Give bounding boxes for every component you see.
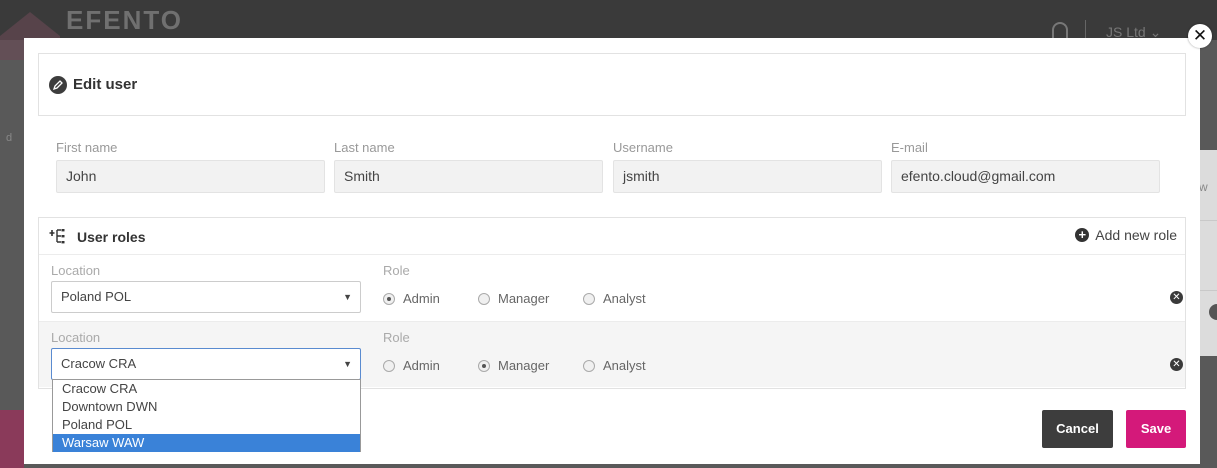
role-radio-label: Analyst bbox=[603, 358, 646, 373]
background-right-text: w bbox=[1199, 180, 1208, 194]
location-select[interactable]: Poland POL ▼ bbox=[51, 281, 361, 313]
role-radio-analyst[interactable]: Analyst bbox=[583, 291, 646, 306]
role-radio-manager[interactable]: Manager bbox=[478, 358, 549, 373]
plus-circle-icon: + bbox=[1075, 228, 1090, 242]
role-radio-label: Analyst bbox=[603, 291, 646, 306]
first-name-label: First name bbox=[56, 140, 118, 155]
radio-unchecked-icon bbox=[478, 292, 490, 305]
modal-title: Edit user bbox=[73, 76, 138, 93]
role-radio-admin[interactable]: Admin bbox=[383, 291, 440, 306]
dropdown-option[interactable]: Downtown DWN bbox=[53, 398, 360, 416]
first-name-field: First name John bbox=[56, 140, 325, 193]
email-field: E-mail efento.cloud@gmail.com bbox=[891, 140, 1160, 193]
modal-header: Edit user bbox=[38, 53, 1186, 116]
dropdown-option-highlighted[interactable]: Warsaw WAW bbox=[53, 434, 360, 452]
location-select-value: Cracow CRA bbox=[61, 356, 137, 371]
location-label: Location bbox=[51, 330, 101, 345]
last-name-label: Last name bbox=[334, 140, 395, 155]
role-radio-label: Manager bbox=[498, 358, 550, 373]
username-field: Username jsmith bbox=[613, 140, 882, 193]
user-roles-title: User roles bbox=[77, 229, 146, 245]
dropdown-arrow-icon: ▼ bbox=[343, 292, 352, 302]
role-radio-manager[interactable]: Manager bbox=[478, 291, 549, 306]
location-select[interactable]: Cracow CRA ▼ bbox=[51, 348, 361, 380]
radio-checked-icon bbox=[478, 359, 490, 372]
background-logo: EFENTO bbox=[66, 5, 183, 35]
save-button[interactable]: Save bbox=[1126, 410, 1186, 448]
radio-unchecked-icon bbox=[583, 359, 595, 372]
role-radio-admin[interactable]: Admin bbox=[383, 358, 440, 373]
close-modal-button[interactable]: ✕ bbox=[1188, 24, 1212, 48]
location-label: Location bbox=[51, 263, 101, 278]
background-divider bbox=[1085, 20, 1086, 40]
radio-checked-icon bbox=[383, 292, 395, 305]
last-name-field: Last name Smith bbox=[334, 140, 603, 193]
radio-unchecked-icon bbox=[383, 359, 395, 372]
role-row: Location Role Poland POL ▼ Admin Manager… bbox=[39, 254, 1185, 320]
add-new-role-label: Add new role bbox=[1095, 227, 1177, 243]
add-new-role-button[interactable]: + Add new role bbox=[1075, 227, 1177, 243]
email-label: E-mail bbox=[891, 140, 928, 155]
background-left-accent bbox=[0, 410, 24, 468]
hierarchy-icon bbox=[49, 229, 65, 244]
role-label: Role bbox=[383, 330, 410, 345]
bell-icon bbox=[1052, 22, 1068, 38]
role-radio-label: Manager bbox=[498, 291, 550, 306]
first-name-input[interactable]: John bbox=[56, 160, 325, 193]
dropdown-option[interactable]: Cracow CRA bbox=[53, 380, 360, 398]
radio-unchecked-icon bbox=[583, 292, 595, 305]
location-select-value: Poland POL bbox=[61, 289, 132, 304]
location-dropdown-list: Cracow CRA Downtown DWN Poland POL Warsa… bbox=[52, 379, 361, 452]
user-roles-header: User roles + Add new role bbox=[39, 218, 1185, 254]
email-input[interactable]: efento.cloud@gmail.com bbox=[891, 160, 1160, 193]
pencil-icon bbox=[49, 76, 67, 94]
role-radio-label: Admin bbox=[403, 291, 440, 306]
last-name-input[interactable]: Smith bbox=[334, 160, 603, 193]
role-radio-analyst[interactable]: Analyst bbox=[583, 358, 646, 373]
dropdown-arrow-icon: ▼ bbox=[343, 359, 352, 369]
role-radio-label: Admin bbox=[403, 358, 440, 373]
role-label: Role bbox=[383, 263, 410, 278]
role-row: Location Role Cracow CRA ▼ Admin Manager… bbox=[39, 321, 1185, 387]
dropdown-option[interactable]: Poland POL bbox=[53, 416, 360, 434]
remove-role-icon[interactable]: ✕ bbox=[1170, 358, 1183, 371]
remove-role-icon[interactable]: ✕ bbox=[1170, 291, 1183, 304]
background-left-text: d bbox=[6, 132, 13, 144]
user-roles-panel: User roles + Add new role Location Role … bbox=[38, 217, 1186, 389]
username-label: Username bbox=[613, 140, 673, 155]
username-input[interactable]: jsmith bbox=[613, 160, 882, 193]
cancel-button[interactable]: Cancel bbox=[1042, 410, 1113, 448]
